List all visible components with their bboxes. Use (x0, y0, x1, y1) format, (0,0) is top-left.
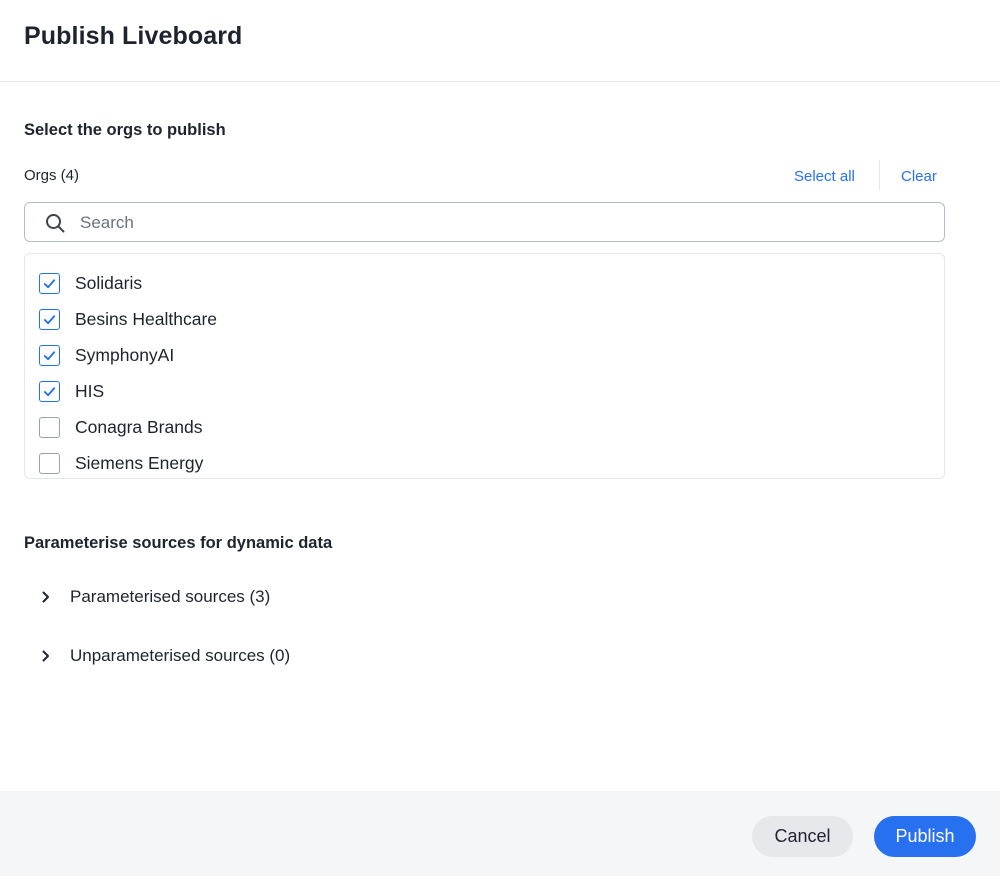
chevron-right-icon (42, 650, 49, 662)
sources-section-title: Parameterise sources for dynamic data (24, 534, 333, 552)
org-item-besins-healthcare[interactable]: Besins Healthcare (39, 305, 217, 333)
org-checkbox[interactable] (39, 380, 60, 402)
org-list: Solidaris Besins Healthcare SymphonyAI H… (24, 253, 945, 479)
dialog-header: Publish Liveboard (0, 0, 1000, 82)
chevron-right-icon (42, 591, 49, 603)
org-checkbox[interactable] (39, 272, 60, 294)
org-label: HIS (75, 380, 105, 401)
dialog-footer: Cancel Publish (0, 791, 1000, 876)
orgs-count-label: Orgs (4) (24, 167, 80, 184)
org-label: Besins Healthcare (75, 308, 218, 329)
check-icon (43, 314, 56, 324)
search-input[interactable] (80, 209, 920, 237)
org-label: SymphonyAI (75, 344, 175, 365)
clear-link[interactable]: Clear (901, 168, 937, 185)
dialog-title: Publish Liveboard (24, 22, 243, 50)
orgs-section-title: Select the orgs to publish (24, 121, 226, 139)
publish-button[interactable]: Publish (874, 816, 976, 857)
org-checkbox[interactable] (39, 308, 60, 330)
org-item-his[interactable]: HIS (39, 377, 104, 405)
select-all-link[interactable]: Select all (794, 168, 855, 185)
cancel-button[interactable]: Cancel (752, 816, 853, 857)
accordion-label: Unparameterised sources (0) (70, 646, 291, 665)
search-icon (46, 214, 65, 233)
publish-liveboard-dialog: Publish Liveboard Select the orgs to pub… (0, 0, 1000, 876)
check-icon (43, 350, 56, 360)
org-checkbox[interactable] (39, 416, 60, 438)
divider (879, 160, 880, 190)
check-icon (43, 278, 56, 288)
org-item-conagra-brands[interactable]: Conagra Brands (39, 413, 202, 441)
org-search-box[interactable] (24, 202, 945, 242)
org-item-siemens-energy[interactable]: Siemens Energy (39, 449, 203, 477)
org-label: Siemens Energy (75, 452, 204, 473)
accordion-label: Parameterised sources (3) (70, 587, 271, 606)
org-label: Conagra Brands (75, 416, 203, 437)
org-checkbox[interactable] (39, 452, 60, 474)
org-item-symphonyai[interactable]: SymphonyAI (39, 341, 174, 369)
org-item-solidaris[interactable]: Solidaris (39, 269, 142, 297)
org-label: Solidaris (75, 272, 143, 293)
org-checkbox[interactable] (39, 344, 60, 366)
unparameterised-sources-toggle[interactable]: Unparameterised sources (0) (38, 642, 290, 670)
check-icon (43, 386, 56, 396)
parameterised-sources-toggle[interactable]: Parameterised sources (3) (38, 583, 270, 611)
